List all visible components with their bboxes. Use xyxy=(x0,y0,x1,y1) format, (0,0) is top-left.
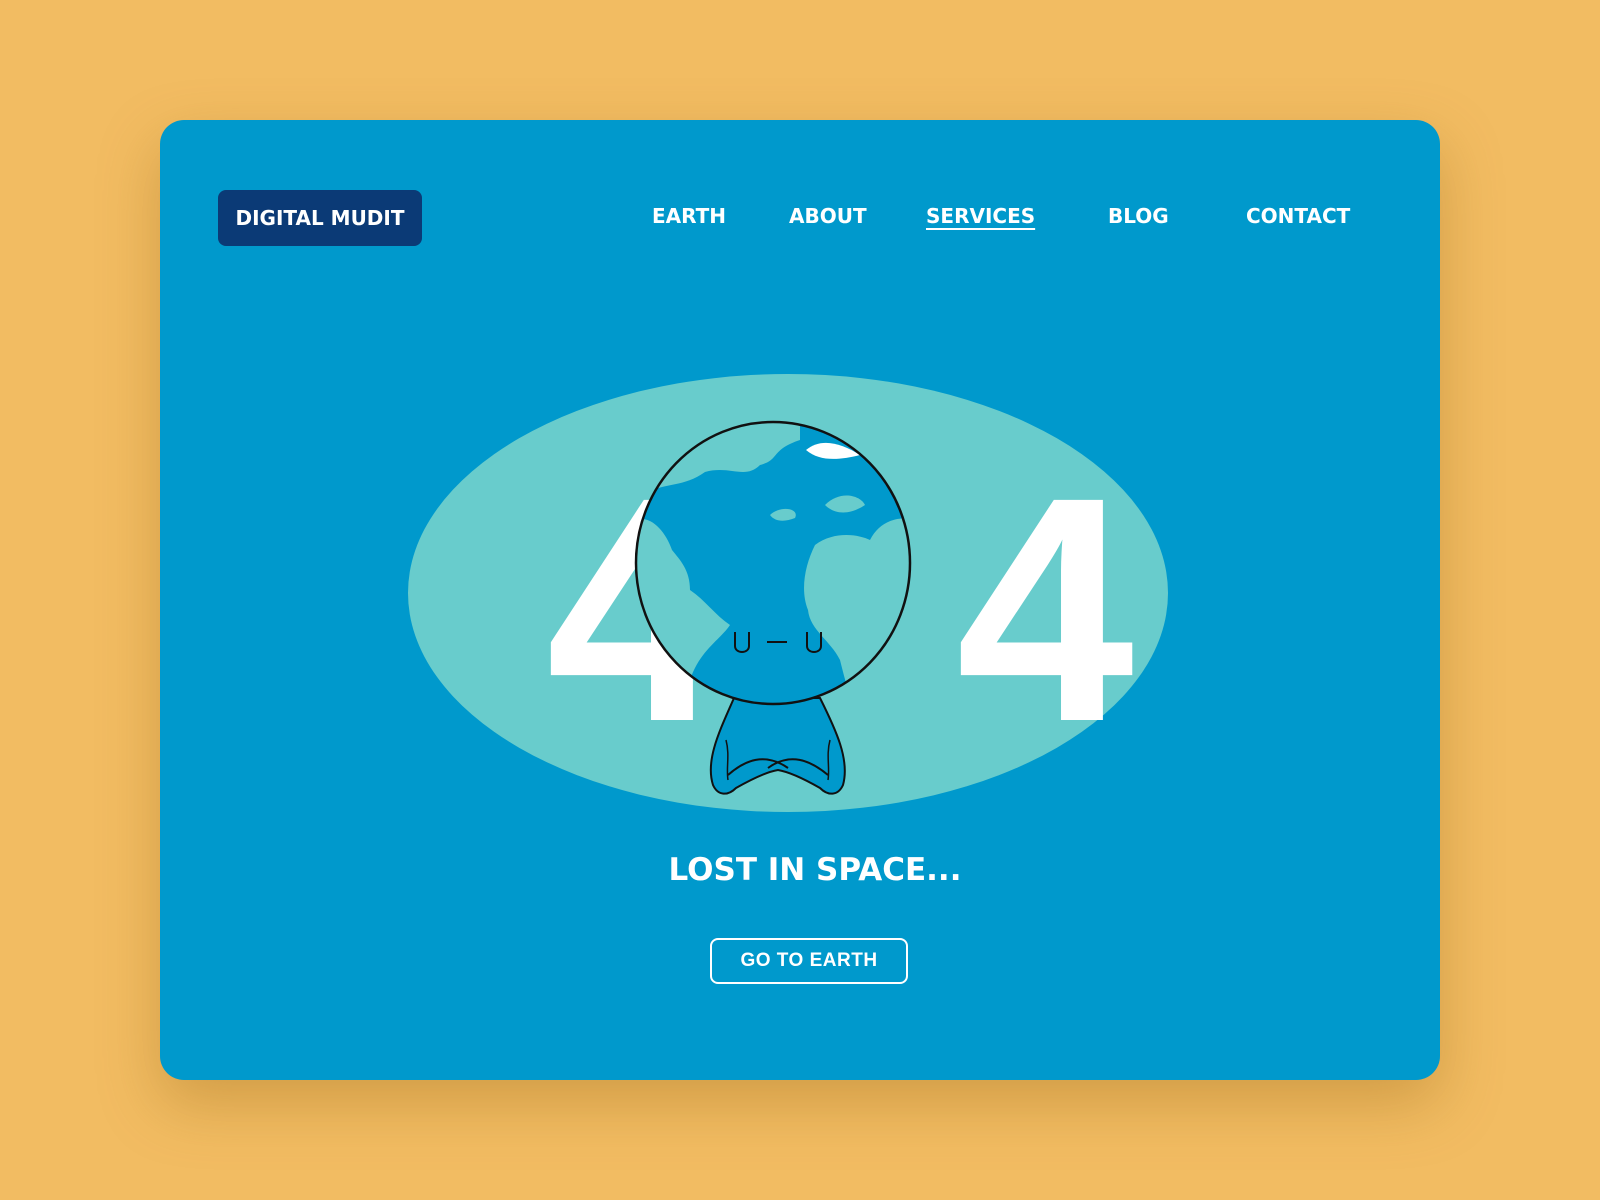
error-message: LOST IN SPACE... xyxy=(668,852,962,888)
error-digit-right: 4 xyxy=(956,430,1136,788)
go-to-earth-button[interactable]: GO TO EARTH xyxy=(710,938,908,984)
page-card: DIGITAL MUDIT EARTH ABOUT SERVICES BLOG … xyxy=(160,120,1440,1080)
error-404-illustration: 4 4 xyxy=(408,374,1168,812)
